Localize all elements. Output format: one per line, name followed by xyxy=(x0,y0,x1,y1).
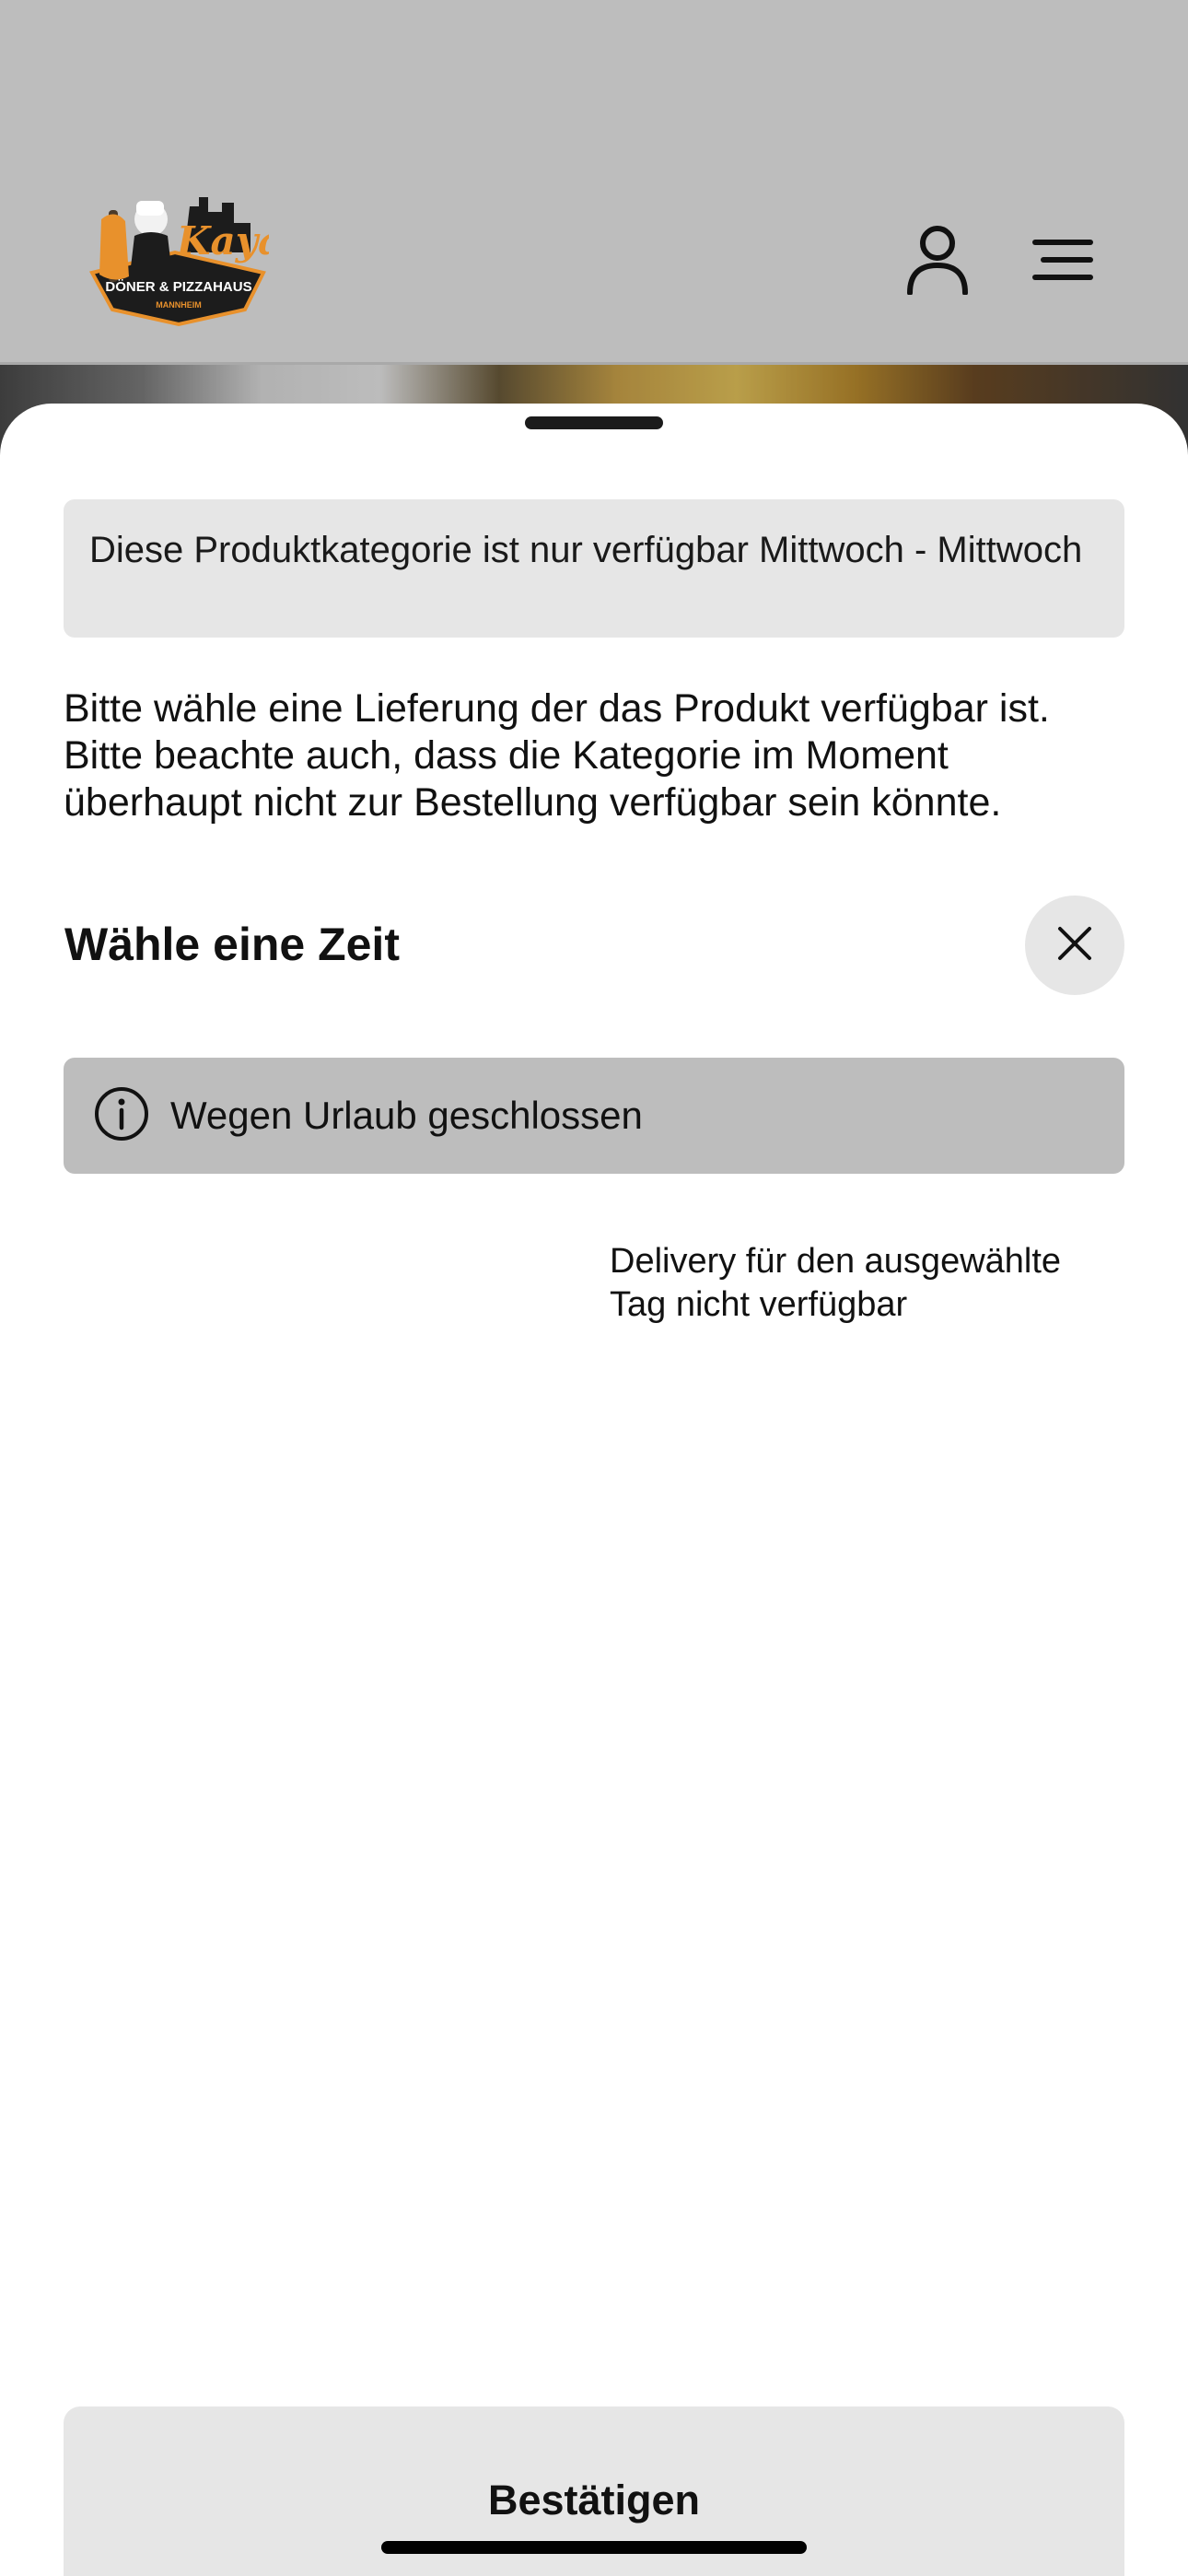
kaya-logo[interactable]: Kaya DÖNER & PIZZAHAUS MANNHEIM xyxy=(88,188,283,332)
account-button[interactable] xyxy=(893,217,982,306)
closed-status-banner: Wegen Urlaub geschlossen xyxy=(64,1058,1124,1174)
close-icon xyxy=(1056,925,1093,966)
availability-notice-text: Diese Produktkategorie ist nur verfügbar… xyxy=(89,530,1083,570)
sheet-grabber[interactable] xyxy=(525,416,663,429)
menu-icon xyxy=(1032,239,1093,286)
svg-text:MANNHEIM: MANNHEIM xyxy=(156,300,202,310)
home-indicator[interactable] xyxy=(381,2541,807,2554)
menu-button[interactable] xyxy=(1019,217,1107,306)
svg-text:DÖNER & PIZZAHAUS: DÖNER & PIZZAHAUS xyxy=(105,279,251,295)
delivery-info-text: Bitte wähle eine Lieferung der das Produ… xyxy=(64,686,1050,825)
info-icon xyxy=(93,1085,150,1147)
closed-status-label: Wegen Urlaub geschlossen xyxy=(170,1094,643,1137)
svg-text:Kaya: Kaya xyxy=(176,218,269,263)
time-selection-sheet: Diese Produktkategorie ist nur verfügbar… xyxy=(0,404,1188,2576)
user-icon xyxy=(906,225,969,299)
app-header: Kaya DÖNER & PIZZAHAUS MANNHEIM xyxy=(0,0,1188,365)
section-title: Wähle eine Zeit xyxy=(64,919,400,970)
confirm-button-label: Bestätigen xyxy=(487,2476,701,2523)
delivery-unavailable-note: Delivery für den ausgewählte Tag nicht v… xyxy=(610,1242,1062,1324)
close-button[interactable] xyxy=(1025,896,1124,995)
availability-notice: Diese Produktkategorie ist nur verfügbar… xyxy=(64,499,1124,638)
